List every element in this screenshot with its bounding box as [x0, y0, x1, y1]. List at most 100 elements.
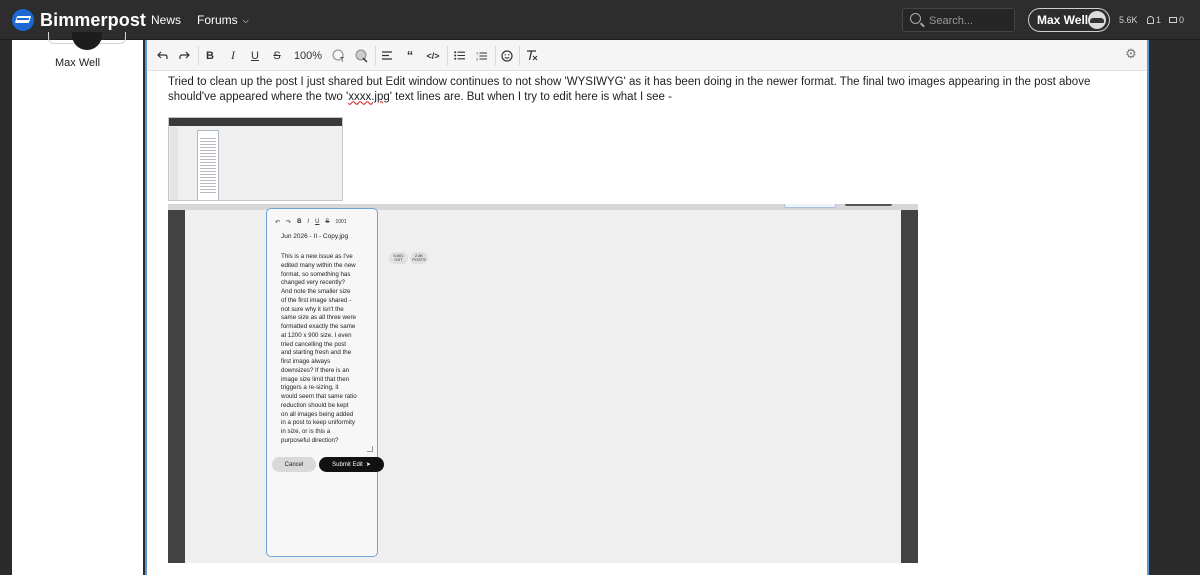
toolbar-divider — [375, 46, 376, 65]
author-avatar[interactable] — [72, 32, 102, 50]
search-box[interactable] — [902, 8, 1015, 32]
bulleted-list-icon — [453, 51, 465, 60]
post-editor: B I U S 100% T “ </> 12 ⚙ Tried to clean… — [145, 40, 1149, 575]
screenshot-text-line: first image always — [281, 358, 331, 365]
quote-button[interactable]: “ — [403, 48, 417, 63]
zoom-label: 100% — [293, 49, 323, 62]
text-color-icon: T — [332, 49, 345, 63]
toolbar-divider — [198, 46, 199, 65]
site-name: Bimmerpost — [40, 9, 147, 30]
screenshot-text-line: changed very recently? — [281, 279, 345, 287]
text-color-button[interactable]: T — [332, 48, 346, 63]
background-color-button[interactable] — [355, 48, 369, 63]
screenshot-text-line: same size as all three were — [281, 314, 356, 322]
screenshot-stat-badge: 5,601 GST — [389, 252, 408, 264]
screenshot-text-line: reduction should be kept — [281, 401, 349, 409]
underline-icon: U — [315, 219, 320, 225]
search-icon — [910, 13, 921, 24]
redo-button[interactable] — [177, 48, 191, 63]
undo-icon — [156, 51, 168, 59]
editor-settings-button[interactable]: ⚙ — [1124, 47, 1138, 61]
search-input[interactable] — [929, 13, 1009, 28]
screenshot-zoom: 1001 — [335, 219, 347, 225]
svg-text:1: 1 — [476, 51, 478, 55]
screenshot-text-line: at 1200 x 900 size. I even — [281, 331, 352, 339]
bold-icon: B — [206, 49, 214, 62]
screenshot-text-line: in a post to keep uniformity — [281, 419, 355, 427]
screenshot-body-text: This is a new issue as I've edited many w… — [281, 253, 373, 446]
align-button[interactable] — [380, 48, 394, 63]
site-logo[interactable]: Bimmerpost — [12, 9, 146, 31]
screenshot-text-line: downsizes? If there is an — [281, 366, 350, 374]
screenshot-text-line: This is a new issue as I've — [281, 253, 353, 260]
svg-text:T: T — [340, 57, 345, 63]
toolbar-divider — [519, 46, 520, 65]
screenshot-text-line: purposeful direction? — [281, 436, 339, 444]
smiley-icon — [501, 49, 513, 62]
notifications-button[interactable]: 1 — [1147, 15, 1161, 25]
post-count-value: 5.6K — [1119, 15, 1138, 25]
toolbar-divider — [447, 46, 448, 65]
screenshot-text-line: and starting fresh and the — [281, 349, 352, 357]
undo-button[interactable] — [155, 48, 169, 63]
emoji-button[interactable] — [500, 48, 514, 63]
screenshot-edit-panel: ↶ ↷ B I U S 1001 Jun 2026 - II - Copy.jp… — [266, 208, 384, 557]
undo-icon: ↶ — [275, 219, 281, 226]
screenshot-text-line: image size limit that then — [281, 375, 350, 383]
messages-button[interactable]: 0 — [1169, 15, 1184, 25]
clear-formatting-button[interactable] — [525, 48, 539, 63]
highlight-icon — [355, 49, 368, 62]
zoom-button[interactable]: 100% — [294, 48, 322, 63]
strikethrough-button[interactable]: S — [270, 48, 284, 63]
screenshot-text-line: not sure why it isn't the — [281, 305, 344, 313]
redo-icon — [178, 51, 190, 59]
bimmerpost-logo-icon — [12, 9, 34, 31]
send-icon: ➤ — [365, 462, 371, 468]
code-icon: </> — [426, 50, 440, 61]
screenshot-text-line: would seem that same ratio — [281, 393, 357, 400]
user-avatar — [1088, 11, 1106, 29]
nav-forums-label: Forums — [197, 13, 238, 27]
svg-text:2: 2 — [476, 57, 478, 61]
screenshot-submit-button: Submit Edit ➤ — [319, 457, 384, 472]
underline-button[interactable]: U — [248, 48, 262, 63]
clear-format-icon — [527, 50, 538, 61]
screenshot-filename: Jun 2026 - II - Copy.jpg — [281, 233, 349, 240]
embedded-image-thumbnail[interactable] — [168, 117, 343, 201]
toolbar-divider — [495, 46, 496, 65]
bold-button[interactable]: B — [203, 48, 217, 63]
bulleted-list-button[interactable] — [452, 48, 466, 63]
italic-button[interactable]: I — [226, 48, 240, 63]
post-count-badge[interactable]: 5.6K — [1119, 15, 1138, 25]
author-name[interactable]: Max Well — [12, 57, 143, 69]
embedded-screenshot-image[interactable]: ↶ ↷ B I U S 1001 Jun 2026 - II - Copy.jp… — [168, 204, 918, 563]
screenshot-cancel-button: Cancel — [272, 457, 316, 472]
misspelled-word: xxxx.jpg — [348, 90, 390, 103]
align-left-icon — [382, 51, 392, 60]
gear-icon: ⚙ — [1125, 46, 1137, 61]
redo-icon: ↷ — [286, 219, 292, 226]
screenshot-toolbar: ↶ ↷ B I U S 1001 — [267, 215, 376, 229]
messages-count: 0 — [1179, 15, 1185, 25]
italic-icon: I — [231, 48, 235, 62]
numbered-list-button[interactable]: 12 — [474, 48, 488, 63]
nav-news-link[interactable]: News — [151, 13, 181, 27]
notifications-count: 1 — [1156, 15, 1162, 25]
screenshot-text-line: And note the smaller size — [281, 288, 351, 295]
screenshot-text-line: edited many within the new — [281, 261, 356, 269]
numbered-list-icon: 12 — [476, 51, 487, 61]
post-author-column: Max Well — [12, 32, 143, 575]
underline-icon: U — [251, 49, 259, 62]
screenshot-text-line: in size, or is this a — [281, 428, 331, 435]
code-button[interactable]: </> — [426, 48, 440, 63]
bold-icon: B — [297, 219, 302, 225]
envelope-icon — [1169, 17, 1177, 23]
user-name: Max Well — [1037, 13, 1089, 27]
bell-icon — [1147, 16, 1154, 24]
post-text-part: ' text lines are. But when I try to edit… — [389, 90, 672, 103]
quote-icon: “ — [406, 48, 414, 63]
user-menu-button[interactable]: Max Well — [1028, 8, 1110, 32]
nav-forums-dropdown[interactable]: Forums ⌵ — [197, 13, 249, 27]
post-body-text[interactable]: Tried to clean up the post I just shared… — [168, 75, 1133, 104]
chevron-down-icon: ⌵ — [242, 16, 249, 25]
